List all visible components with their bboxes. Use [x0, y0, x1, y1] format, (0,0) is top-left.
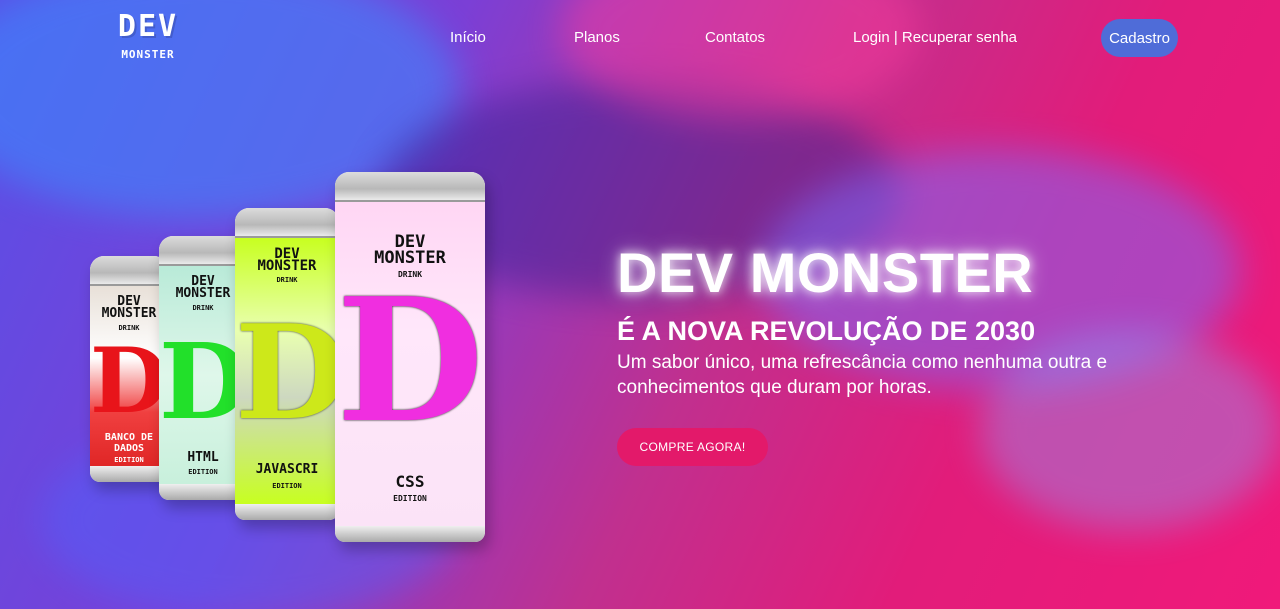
can-drink: DRINK: [192, 304, 214, 312]
product-cans-image: DEV MONSTER DRINK D BANCO DE DADOS EDITIO…: [85, 170, 490, 550]
can-letter: D: [90, 328, 168, 434]
can-html: DEV MONSTER DRINK D HTML EDITION: [159, 236, 247, 500]
can-brand: DEV MONSTER: [159, 275, 247, 301]
can-lid: [90, 256, 168, 286]
can-letter: D: [159, 320, 247, 443]
nav-link-inicio[interactable]: Início: [450, 29, 486, 46]
can-edition: BANCO DE DADOS: [104, 432, 154, 454]
can-edition: CSS: [395, 472, 425, 491]
can-edition-sub: EDITION: [188, 468, 218, 476]
hero-subtitle: É A NOVA REVOLUÇÃO DE 2030: [617, 316, 1036, 346]
can-label: DEV MONSTER DRINK D CSS EDITION: [335, 202, 485, 526]
can-edition: JAVASCRI: [255, 462, 319, 477]
can-edition: HTML: [187, 450, 219, 465]
can-base: [235, 504, 339, 520]
can-edition-sub: EDITION: [114, 456, 144, 464]
can-brand-bottom: MONSTER: [257, 258, 317, 274]
buy-now-button[interactable]: COMPRE AGORA!: [617, 428, 768, 466]
can-brand: DEV MONSTER: [235, 247, 339, 274]
can-css: DEV MONSTER DRINK D CSS EDITION: [335, 172, 485, 542]
can-lid: [235, 208, 339, 238]
can-edition-sub: EDITION: [272, 482, 302, 490]
nav-link-login[interactable]: Login | Recuperar senha: [853, 29, 1017, 46]
signup-button[interactable]: Cadastro: [1101, 19, 1178, 57]
can-lid: [159, 236, 247, 266]
can-base: [159, 484, 247, 500]
can-base: [335, 526, 485, 542]
can-brand-bottom: MONSTER: [101, 306, 157, 321]
can-edition-sub: EDITION: [393, 494, 427, 503]
can-letter: D: [235, 296, 339, 449]
nav-link-planos[interactable]: Planos: [574, 29, 620, 46]
can-lid: [335, 172, 485, 202]
nav-link-contatos[interactable]: Contatos: [705, 29, 765, 46]
logo-subtitle: MONSTER: [121, 48, 175, 61]
hero-section: DEV MONSTER É A NOVA REVOLUÇÃO DE 2030 U…: [617, 240, 1177, 400]
can-drink: DRINK: [276, 276, 298, 284]
hero-title: DEV MONSTER: [617, 241, 1034, 304]
hero-description: Um sabor único, uma refrescância como ne…: [617, 352, 1108, 398]
can-label: DEV MONSTER DRINK D JAVASCRI EDITION: [235, 238, 339, 504]
site-header: DEV MONSTER Início Planos Contatos Login…: [0, 0, 1280, 80]
can-brand: DEV MONSTER: [90, 295, 168, 321]
can-label: DEV MONSTER DRINK D HTML EDITION: [159, 266, 247, 484]
can-banco-de-dados: DEV MONSTER DRINK D BANCO DE DADOS EDITIO…: [90, 256, 168, 482]
can-letter: D: [336, 261, 484, 461]
can-base: [90, 466, 168, 482]
can-brand-bottom: MONSTER: [175, 286, 231, 301]
logo-title: DEV: [117, 9, 179, 44]
can-javascript: DEV MONSTER DRINK D JAVASCRI EDITION: [235, 208, 339, 520]
brand-logo[interactable]: DEV MONSTER: [108, 9, 188, 62]
can-label: DEV MONSTER DRINK D BANCO DE DADOS EDITIO…: [90, 286, 168, 466]
